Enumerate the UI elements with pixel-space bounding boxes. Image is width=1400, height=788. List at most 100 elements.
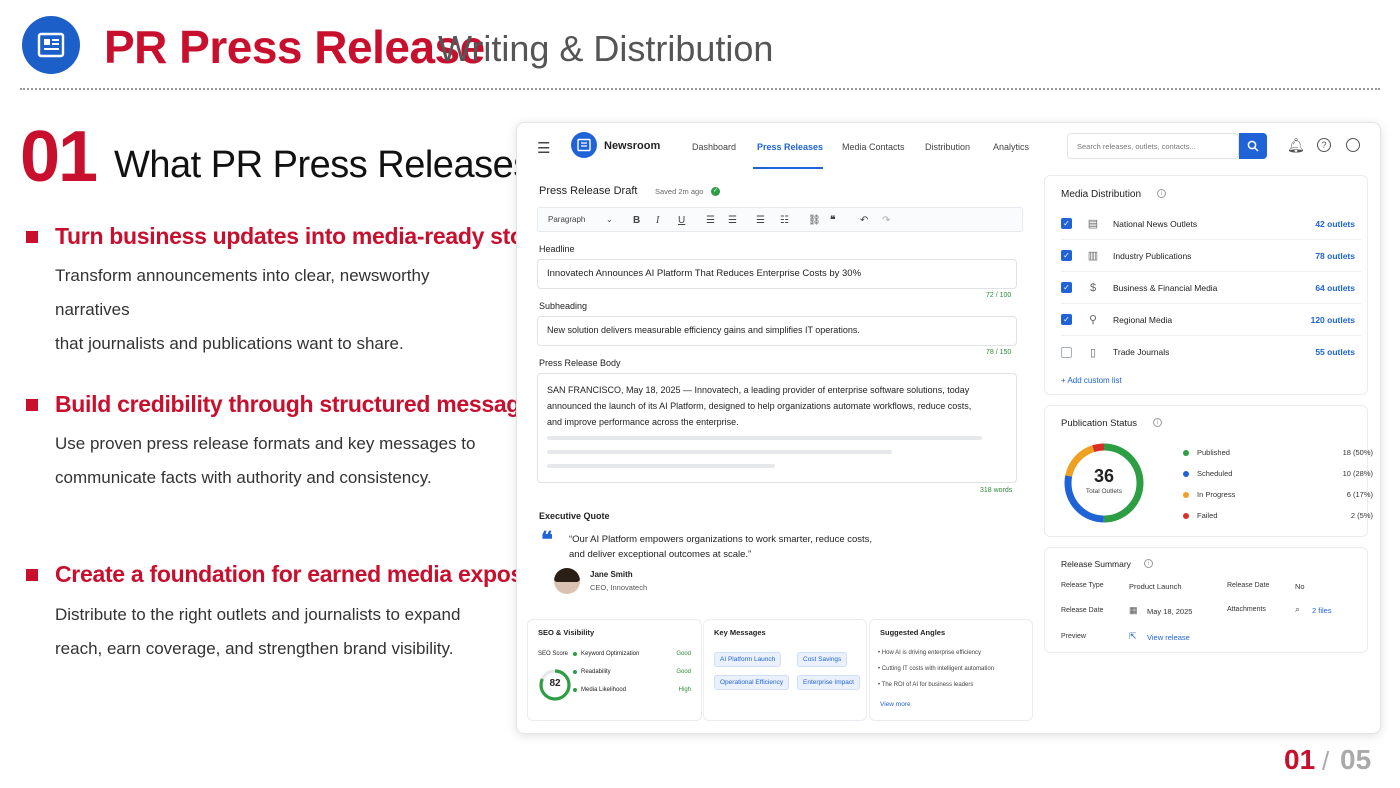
nav-press-releases[interactable]: Press Releases bbox=[757, 142, 823, 152]
chevron-down-icon: ⌄ bbox=[606, 215, 613, 224]
user-avatar-icon[interactable] bbox=[1346, 138, 1360, 152]
info-icon[interactable]: i bbox=[1157, 189, 1166, 198]
distribution-row[interactable]: ✓ ⚲ Regional Media 120 outlets bbox=[1061, 304, 1361, 336]
view-release-link[interactable]: View release bbox=[1147, 633, 1190, 642]
numbered-list-icon[interactable]: ☰ bbox=[728, 215, 737, 226]
message-chip[interactable]: Cost Savings bbox=[797, 652, 848, 667]
divider bbox=[20, 88, 1380, 90]
help-icon[interactable]: ? bbox=[1317, 138, 1331, 152]
placeholder-line bbox=[547, 436, 982, 440]
saved-check-icon: ✓ bbox=[711, 187, 720, 196]
placeholder-line bbox=[547, 450, 892, 454]
paragraph-style-select[interactable]: Paragraph bbox=[548, 215, 585, 224]
subheading-label: Subheading bbox=[539, 301, 588, 311]
checkbox-checked[interactable]: ✓ bbox=[1061, 314, 1072, 325]
active-tab-indicator bbox=[753, 167, 823, 169]
quote-icon[interactable]: ❝ bbox=[830, 215, 835, 226]
info-icon[interactable]: i bbox=[1153, 418, 1162, 427]
search-icon bbox=[1247, 140, 1259, 152]
quote-author-role: CEO, Innovatech bbox=[590, 583, 648, 592]
italic-icon[interactable]: I bbox=[656, 215, 659, 226]
page-title: PR Press Release bbox=[104, 21, 485, 73]
undo-icon[interactable]: ↶ bbox=[860, 215, 868, 226]
angle-item: • The ROI of AI for business leaders bbox=[878, 682, 974, 688]
body-label: Press Release Body bbox=[539, 358, 621, 368]
nav-distribution[interactable]: Distribution bbox=[925, 142, 970, 152]
checkbox-unchecked[interactable] bbox=[1061, 346, 1072, 358]
draft-card: Press Release Draft Saved 2m ago ✓ Parag… bbox=[527, 171, 1033, 495]
seo-row: Media Likelihood High bbox=[573, 687, 691, 693]
release-type-label: Release Type bbox=[1061, 582, 1104, 589]
view-more-link[interactable]: View more bbox=[880, 701, 911, 708]
point-body: Use proven press release formats and key… bbox=[55, 434, 476, 487]
redo-icon[interactable]: ↷ bbox=[882, 215, 890, 226]
bell-icon[interactable]: 🔔︎ bbox=[1287, 137, 1305, 154]
align-icon[interactable]: ☰ bbox=[756, 215, 765, 226]
book-icon: ▯ bbox=[1089, 346, 1097, 359]
info-icon[interactable]: i bbox=[1144, 559, 1153, 568]
link-icon[interactable]: ⛓︎ bbox=[808, 215, 821, 226]
media-distribution-card: Media Distribution i ✓ ▤ National News Out… bbox=[1044, 175, 1368, 395]
search-button[interactable] bbox=[1239, 133, 1267, 159]
status-row: Published 18 (50%) bbox=[1183, 448, 1373, 457]
distribution-row[interactable]: ✓ ▤ National News Outlets 42 outlets bbox=[1061, 208, 1361, 240]
page-current: 01 bbox=[1284, 744, 1316, 775]
attachments-label: Attachments bbox=[1227, 606, 1266, 613]
body-textarea[interactable]: SAN FRANCISCO, May 18, 2025 — Innovatech… bbox=[537, 373, 1017, 483]
checkbox-checked[interactable]: ✓ bbox=[1061, 250, 1072, 261]
checkbox-checked[interactable]: ✓ bbox=[1061, 282, 1072, 293]
release-date-label: Release Date bbox=[1227, 582, 1270, 589]
distribution-row[interactable]: ✓ ▥ Industry Publications 78 outlets bbox=[1061, 240, 1361, 272]
total-outlets-value: 36 bbox=[1093, 466, 1115, 486]
distribution-title: Media Distribution bbox=[1061, 189, 1142, 200]
draft-title: Press Release Draft bbox=[539, 185, 638, 197]
distribution-row[interactable]: ▯ Trade Journals 55 outlets bbox=[1061, 336, 1361, 368]
quote-card: Executive Quote ❝ “Our AI Platform empow… bbox=[527, 503, 1033, 610]
page-total: 05 bbox=[1340, 744, 1372, 775]
hamburger-menu-icon[interactable]: ☰ bbox=[537, 139, 550, 157]
seo-card: SEO & Visibility SEO Score 82 Keyword Op… bbox=[527, 619, 702, 721]
message-chip[interactable]: AI Platform Launch bbox=[714, 652, 782, 667]
message-chip[interactable]: Enterprise Impact bbox=[797, 675, 860, 690]
subheading-char-count: 78 / 150 bbox=[986, 349, 1012, 356]
publication-status-card: Publication Status i 36 Total Outlets Pu… bbox=[1044, 405, 1373, 537]
angle-item: • Cutting IT costs with intelligent auto… bbox=[878, 666, 995, 672]
seo-row: Readability Good bbox=[573, 669, 691, 675]
suggested-angles-card: Suggested Angles • How AI is driving ent… bbox=[869, 619, 1033, 721]
page-separator: / bbox=[1322, 746, 1330, 776]
app-screenshot: ☰ Newsroom Dashboard Press Releases Medi… bbox=[516, 122, 1381, 734]
attachments-link[interactable]: 2 files bbox=[1312, 606, 1332, 615]
page-subtitle: Writing & Distribution bbox=[438, 28, 774, 69]
message-chip[interactable]: Operational Efficiency bbox=[714, 675, 790, 690]
quote-author-name: Jane Smith bbox=[590, 570, 633, 579]
section-number: 01 bbox=[20, 117, 98, 197]
add-custom-list-link[interactable]: + Add custom list bbox=[1061, 376, 1122, 385]
status-row: Scheduled 10 (28%) bbox=[1183, 469, 1373, 478]
calendar-icon: ▦ bbox=[1129, 605, 1138, 615]
body-text: SAN FRANCISCO, May 18, 2025 — Innovatech… bbox=[547, 385, 972, 427]
status-row: Failed 2 (5%) bbox=[1183, 511, 1373, 520]
seo-row: Keyword Optimization Good bbox=[573, 651, 691, 657]
point-heading: Turn business updates into media-ready s… bbox=[26, 223, 564, 250]
indent-icon[interactable]: ☷ bbox=[780, 215, 789, 226]
app-brand: Newsroom bbox=[604, 140, 661, 152]
nav-media-contacts[interactable]: Media Contacts bbox=[842, 142, 905, 152]
checkbox-checked[interactable]: ✓ bbox=[1061, 218, 1072, 229]
location-pin-icon: ⚲ bbox=[1088, 314, 1098, 326]
headline-input[interactable]: Innovatech Announces AI Platform That Re… bbox=[537, 259, 1017, 289]
bold-icon[interactable]: B bbox=[633, 215, 640, 226]
total-outlets-label: Total Outlets bbox=[1085, 488, 1123, 495]
paperclip-icon: ⌕ bbox=[1295, 604, 1301, 614]
distribution-row[interactable]: ✓ $ Business & Financial Media 64 outlets bbox=[1061, 272, 1361, 304]
nav-dashboard[interactable]: Dashboard bbox=[692, 142, 736, 152]
nav-analytics[interactable]: Analytics bbox=[993, 142, 1029, 152]
underline-icon[interactable]: U bbox=[678, 215, 685, 226]
angles-title: Suggested Angles bbox=[880, 628, 946, 637]
word-count: 318 words bbox=[980, 487, 1013, 494]
search-input[interactable]: Search releases, outlets, contacts... bbox=[1067, 133, 1239, 159]
subheading-input[interactable]: New solution delivers measurable efficie… bbox=[537, 316, 1017, 346]
seo-score-value: 82 bbox=[549, 678, 561, 689]
point-body: Distribute to the right outlets and jour… bbox=[55, 605, 461, 658]
seo-title: SEO & Visibility bbox=[538, 628, 595, 637]
bullet-list-icon[interactable]: ☰ bbox=[706, 215, 715, 226]
